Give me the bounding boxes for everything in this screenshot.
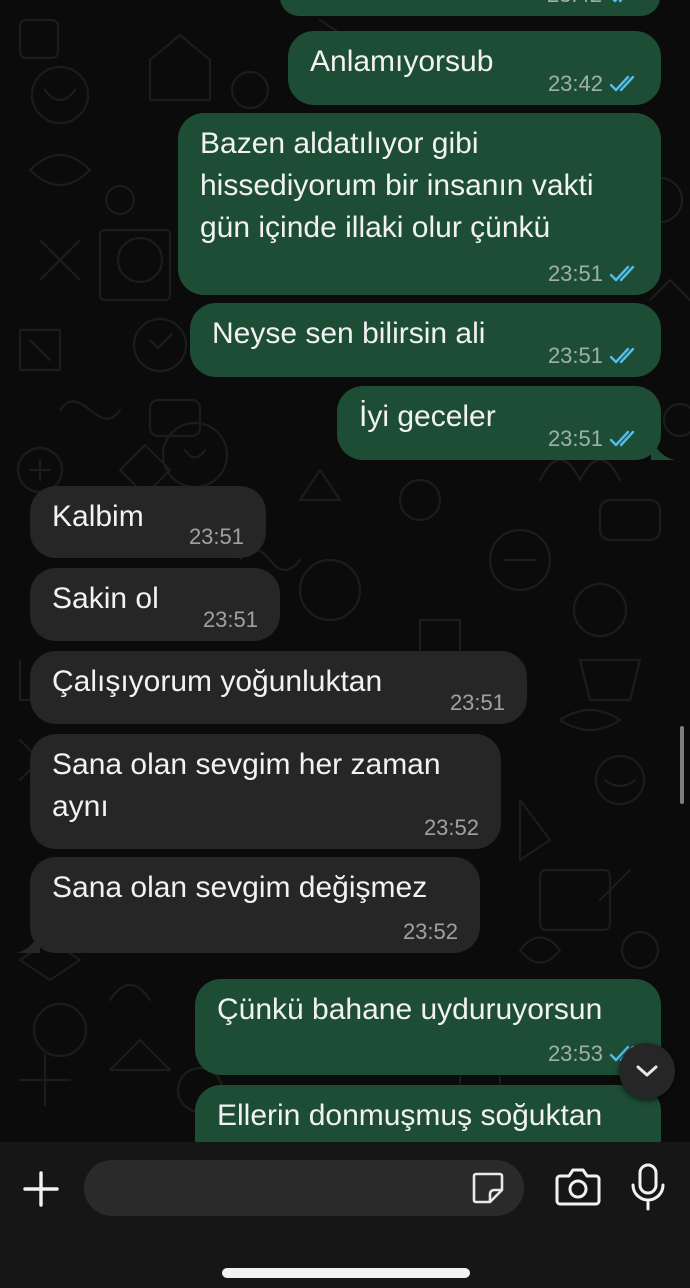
outgoing-message[interactable]: Bazen aldatılıyor gibi hissediyorum bir … (178, 113, 661, 295)
message-text: Sana olan sevgim her zaman aynı (52, 748, 441, 823)
input-bar (0, 1142, 690, 1288)
message-text: Bazen aldatılıyor gibi hissediyorum bir … (200, 127, 594, 244)
message-meta: 23:51 (548, 341, 641, 371)
double-check-icon (609, 347, 635, 364)
home-indicator[interactable] (222, 1268, 470, 1278)
message-meta: 23:52 (403, 917, 458, 947)
double-check-icon (612, 0, 623, 3)
message-time: 23:53 (547, 1041, 603, 1066)
microphone-icon[interactable] (628, 1162, 668, 1212)
message-time: 23:51 (188, 524, 244, 549)
scroll-to-bottom-button[interactable] (619, 1043, 675, 1099)
message-text: Çünkü bahane uyduruyorsun (217, 993, 603, 1026)
outgoing-message[interactable]: 23:42 (280, 0, 660, 16)
bubble-tail (651, 436, 675, 460)
message-meta: 23:51 (203, 605, 258, 635)
outgoing-message[interactable]: Anlamıyorsub 23:42 (288, 31, 661, 105)
outgoing-message[interactable]: İyi geceler 23:51 (337, 386, 675, 460)
double-check-icon (609, 75, 635, 92)
message-time: 23:51 (202, 607, 258, 632)
message-meta: 23:52 (424, 813, 479, 843)
message-input[interactable] (84, 1160, 524, 1216)
message-meta: 23:42 (547, 0, 640, 10)
message-time: 23:42 (547, 0, 602, 10)
message-meta: 23:51 (450, 688, 505, 718)
message-text: Ellerin donmuşmuş soğuktan (217, 1099, 603, 1132)
incoming-message[interactable]: Sakin ol 23:51 (30, 568, 280, 641)
bubble-tail (16, 929, 40, 953)
double-check-icon (609, 430, 635, 447)
message-meta: 23:51 (548, 259, 641, 289)
incoming-message[interactable]: Sana olan sevgim her zaman aynı 23:52 (30, 734, 501, 849)
message-text: Çalışıyorum yoğunluktan (52, 665, 383, 698)
message-time: 23:51 (547, 343, 603, 368)
message-time: 23:51 (547, 426, 603, 451)
chevron-down-icon (636, 1065, 658, 1077)
outgoing-message[interactable]: Ellerin donmuşmuş soğuktan (195, 1085, 661, 1142)
message-meta: 23:51 (189, 522, 244, 552)
double-check-icon (609, 265, 635, 282)
message-time: 23:51 (547, 261, 603, 286)
incoming-message[interactable]: Kalbim 23:51 (30, 486, 266, 558)
scroll-indicator[interactable] (680, 726, 684, 804)
message-meta: 23:51 (548, 424, 641, 454)
outgoing-message[interactable]: Neyse sen bilirsin ali 23:51 (190, 303, 661, 377)
attach-button[interactable] (20, 1168, 62, 1210)
message-text: Sana olan sevgim değişmez (52, 871, 428, 904)
message-time: 23:52 (423, 815, 479, 840)
outgoing-message[interactable]: Çünkü bahane uyduruyorsun 23:53 (195, 979, 661, 1075)
message-time: 23:52 (402, 919, 458, 944)
message-time: 23:42 (547, 71, 603, 96)
message-list[interactable]: 23:42 Anlamıyorsub 23:42 Bazen aldatılıy… (0, 0, 690, 1142)
message-meta: 23:42 (548, 69, 641, 99)
incoming-message[interactable]: Sana olan sevgim değişmez 23:52 (16, 857, 480, 953)
message-time: 23:51 (449, 690, 505, 715)
plus-icon (23, 1171, 59, 1207)
sticker-icon[interactable] (470, 1170, 506, 1206)
incoming-message[interactable]: Çalışıyorum yoğunluktan 23:51 (30, 651, 527, 724)
chat-screen: 23:42 Anlamıyorsub 23:42 Bazen aldatılıy… (0, 0, 690, 1288)
camera-icon[interactable] (554, 1164, 602, 1210)
